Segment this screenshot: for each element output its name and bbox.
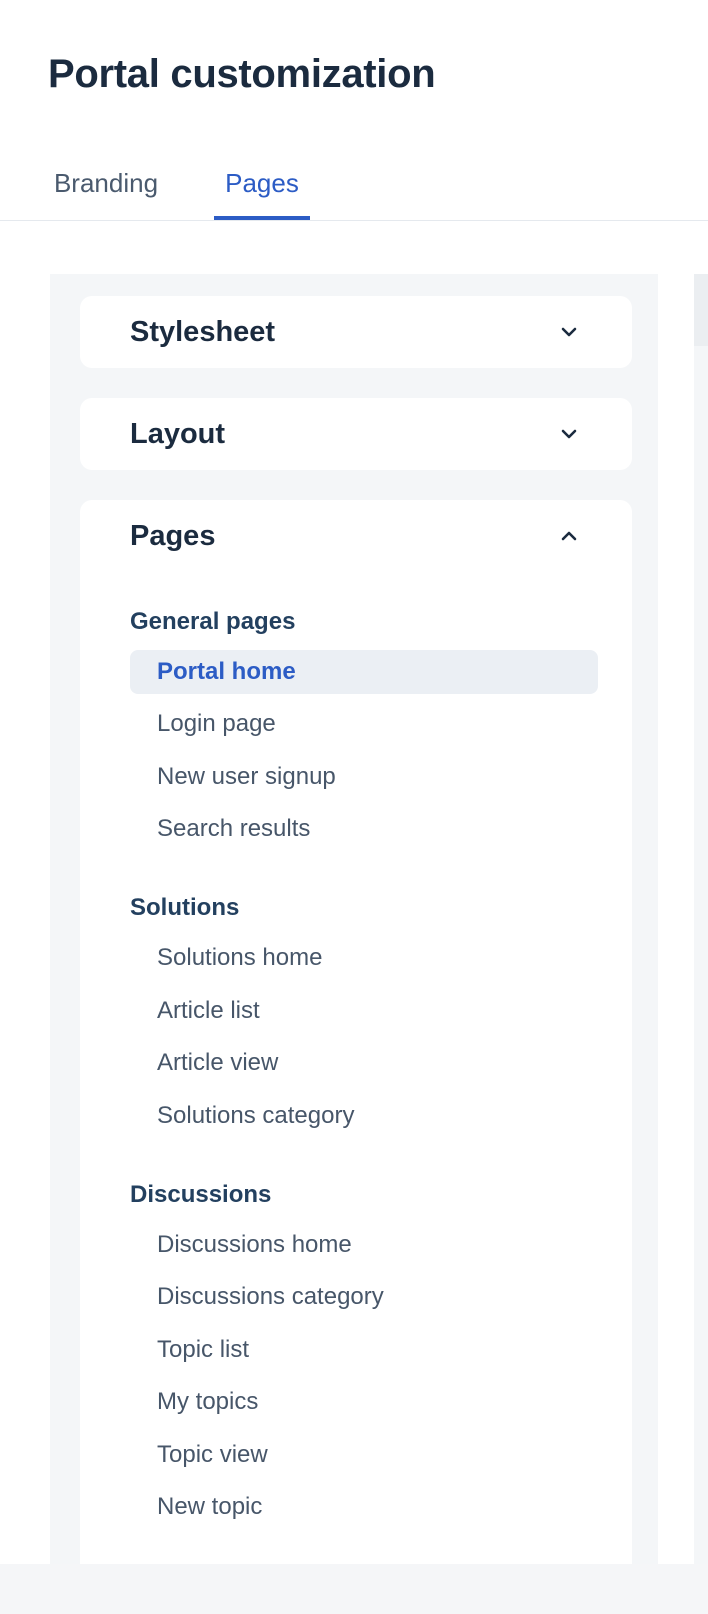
group-title-discussions: Discussions (130, 1181, 272, 1208)
nav-item-new-user-signup[interactable]: New user signup (130, 755, 598, 799)
tab-bar: Branding Pages (0, 150, 708, 221)
stylesheet-section-title: Stylesheet (130, 316, 276, 348)
nav-item-topic-view[interactable]: Topic view (130, 1433, 598, 1477)
nav-item-solutions-category[interactable]: Solutions category (130, 1094, 598, 1138)
nav-item-login-page[interactable]: Login page (130, 702, 598, 746)
preview-panel-edge (694, 274, 708, 1564)
nav-item-article-list[interactable]: Article list (130, 989, 598, 1033)
pages-section-title: Pages (130, 520, 216, 552)
group-title-general-pages: General pages (130, 608, 296, 635)
portal-customization-page: Portal customization Branding Pages Styl… (0, 0, 708, 1614)
chevron-down-icon[interactable] (558, 423, 580, 445)
pages-section: Pages General pages Portal home Login pa… (80, 500, 632, 1564)
nav-item-search-results[interactable]: Search results (130, 807, 598, 851)
nav-item-article-view[interactable]: Article view (130, 1041, 598, 1085)
page-title: Portal customization (48, 52, 436, 96)
layout-section-header[interactable]: Layout (80, 398, 632, 470)
tab-pages[interactable]: Pages (214, 150, 310, 220)
nav-item-new-topic[interactable]: New topic (130, 1485, 598, 1529)
preview-panel-header-edge (694, 274, 708, 346)
pages-section-header[interactable]: Pages (80, 500, 632, 572)
chevron-up-icon[interactable] (558, 525, 580, 547)
layout-section-title: Layout (130, 418, 226, 450)
stylesheet-section-header[interactable]: Stylesheet (80, 296, 632, 368)
group-title-solutions: Solutions (130, 894, 240, 921)
chevron-down-icon[interactable] (558, 321, 580, 343)
layout-section: Layout (80, 398, 632, 470)
footer-bar (0, 1564, 708, 1614)
stylesheet-section: Stylesheet (80, 296, 632, 368)
nav-item-discussions-home[interactable]: Discussions home (130, 1223, 598, 1267)
customization-sidebar: Stylesheet Layout Pages General pages Po… (50, 274, 658, 1564)
nav-item-topic-list[interactable]: Topic list (130, 1328, 598, 1372)
nav-item-my-topics[interactable]: My topics (130, 1380, 598, 1424)
nav-item-discussions-category[interactable]: Discussions category (130, 1275, 598, 1319)
nav-item-portal-home[interactable]: Portal home (130, 650, 598, 694)
tab-branding[interactable]: Branding (48, 150, 164, 220)
nav-item-solutions-home[interactable]: Solutions home (130, 936, 598, 980)
